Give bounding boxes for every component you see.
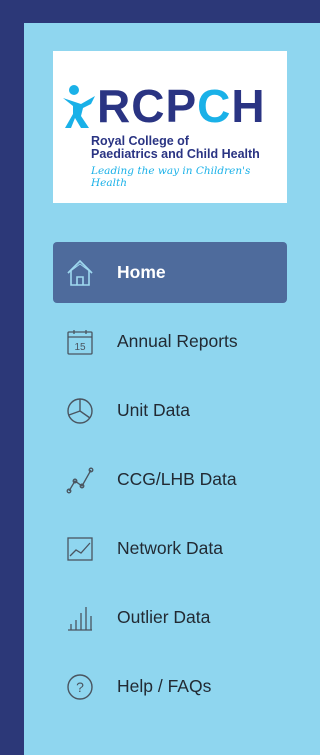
- nav-item-home[interactable]: Home: [53, 242, 287, 303]
- nav-item-label: Network Data: [117, 538, 224, 558]
- logo-wordmark: RCPCH: [97, 80, 266, 132]
- logo-row: RCPCH: [61, 81, 287, 131]
- nav-item-label: Home: [117, 262, 166, 282]
- bar-chart-icon: [65, 603, 95, 633]
- nav-item-help-faqs[interactable]: ? Help / FAQs: [53, 656, 287, 717]
- nav-item-label: Annual Reports: [117, 331, 238, 351]
- svg-text:?: ?: [76, 679, 84, 695]
- child-figure-icon: [63, 85, 95, 128]
- nav-item-network-data[interactable]: Network Data: [53, 518, 287, 579]
- help-icon: ?: [65, 672, 95, 702]
- area-chart-icon: [65, 534, 95, 564]
- calendar-icon: 15: [65, 327, 95, 357]
- nav-item-annual-reports[interactable]: 15 Annual Reports: [53, 311, 287, 372]
- sidebar: RCPCH Royal College of Paediatrics and C…: [24, 23, 320, 755]
- nav-item-outlier-data[interactable]: Outlier Data: [53, 587, 287, 648]
- svg-text:15: 15: [74, 342, 86, 353]
- pie-chart-icon: [65, 396, 95, 426]
- nav-item-ccg-lhb-data[interactable]: CCG/LHB Data: [53, 449, 287, 510]
- nav-item-label: Outlier Data: [117, 607, 211, 627]
- logo-subtitle: Royal College of Paediatrics and Child H…: [91, 134, 260, 161]
- scatter-line-icon: [65, 465, 95, 495]
- nav-menu: Home 15 Annual Reports Unit Data CCG/LHB…: [53, 242, 287, 725]
- rcpch-logo[interactable]: RCPCH Royal College of Paediatrics and C…: [53, 51, 287, 203]
- nav-item-label: CCG/LHB Data: [117, 469, 237, 489]
- nav-item-label: Help / FAQs: [117, 676, 212, 696]
- nav-item-unit-data[interactable]: Unit Data: [53, 380, 287, 441]
- nav-item-label: Unit Data: [117, 400, 190, 420]
- home-icon: [65, 258, 95, 288]
- logo-tagline: Leading the way in Children's Health: [91, 165, 251, 189]
